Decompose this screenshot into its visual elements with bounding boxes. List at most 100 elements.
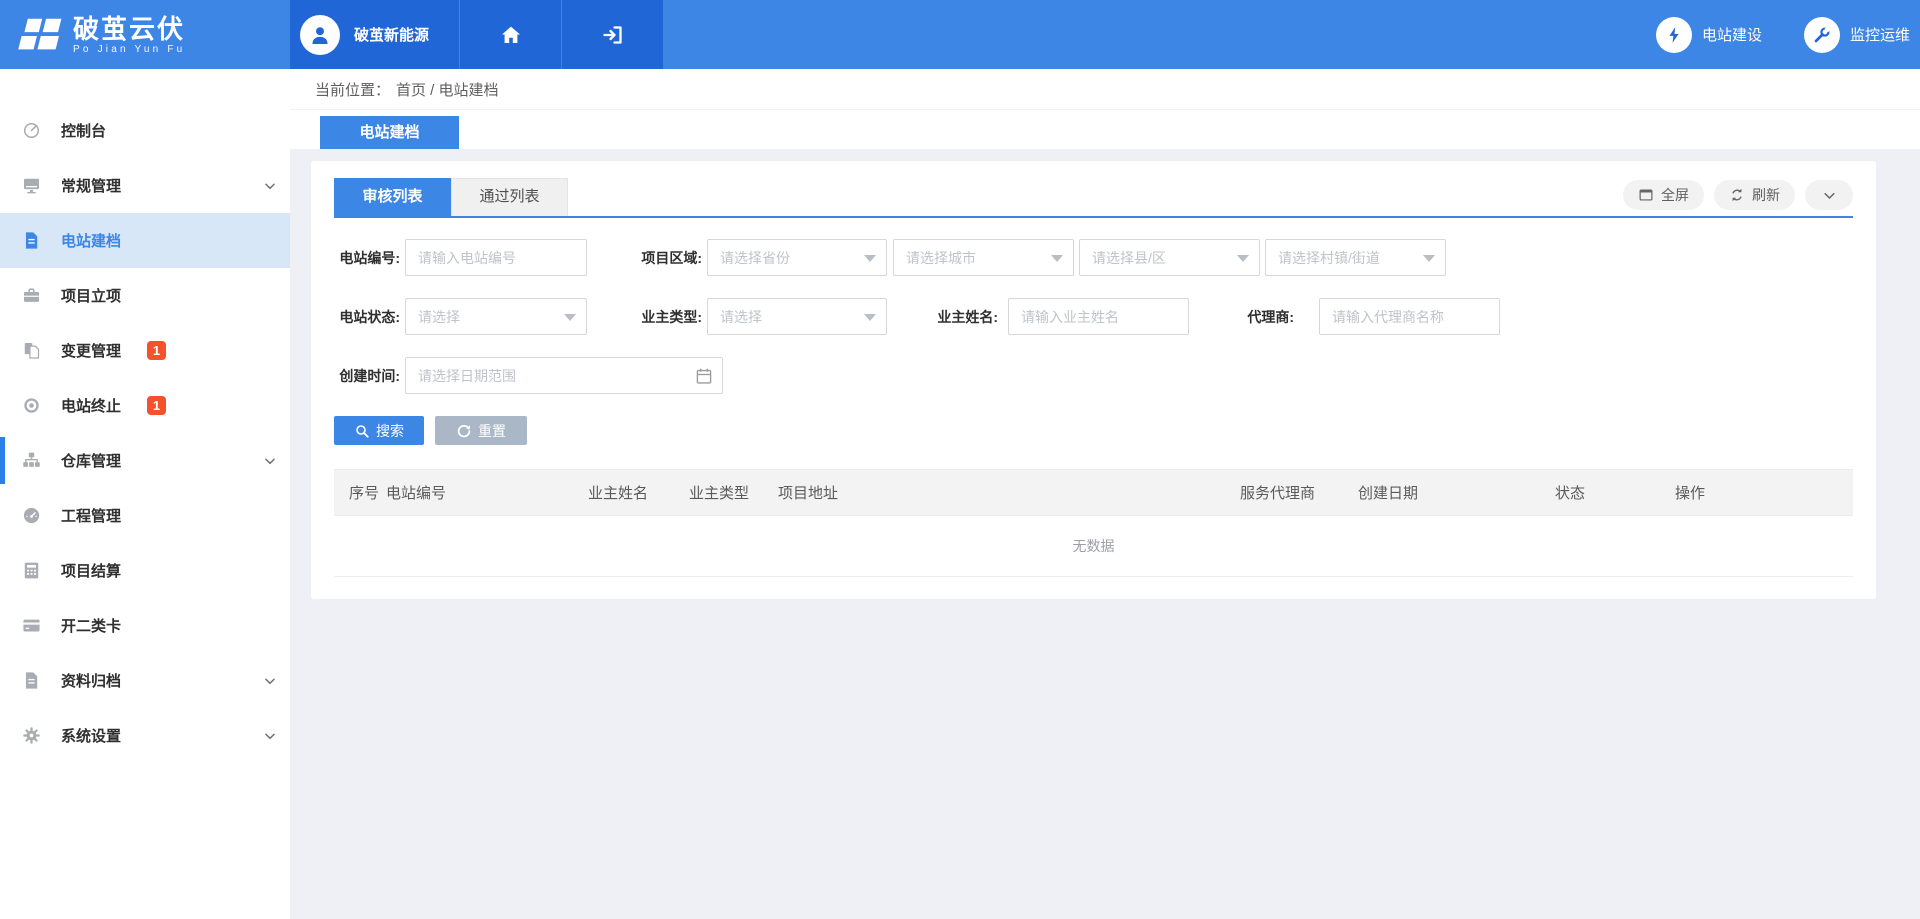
- county-select[interactable]: 请选择县/区: [1079, 239, 1260, 276]
- page-tab-station-archive[interactable]: 电站建档: [320, 116, 459, 149]
- owner-type-select[interactable]: 请选择: [707, 298, 887, 335]
- company-name: 破茧新能源: [354, 24, 429, 45]
- date-range-input[interactable]: [406, 358, 722, 393]
- city-select[interactable]: 请选择城市: [893, 239, 1074, 276]
- dropdown-arrow-icon: [1237, 255, 1249, 262]
- user-icon: [308, 23, 332, 47]
- sidebar-item-label: 项目立项: [61, 285, 121, 306]
- briefcase-icon: [22, 286, 41, 305]
- station-no-input[interactable]: [405, 239, 587, 276]
- document-icon: [22, 231, 41, 250]
- gauge-icon: [22, 121, 41, 140]
- province-placeholder: 请选择省份: [720, 248, 790, 268]
- filter-form: 电站编号: 项目区域: 请选择省份 请选择城市: [334, 239, 1853, 445]
- sidebar-item-label: 系统设置: [61, 725, 121, 746]
- dashboard-icon: [22, 506, 41, 525]
- owner-type-label: 业主类型:: [635, 307, 702, 327]
- sidebar-item-console[interactable]: 控制台: [0, 103, 290, 158]
- card-icon: [22, 616, 41, 635]
- tab-review-list[interactable]: 审核列表: [334, 178, 451, 216]
- date-range-picker[interactable]: [405, 357, 723, 394]
- tab-approved-list[interactable]: 通过列表: [451, 178, 568, 216]
- search-icon: [354, 423, 370, 439]
- home-button[interactable]: [459, 0, 561, 69]
- fullscreen-icon: [1638, 187, 1654, 203]
- dropdown-arrow-icon: [1051, 255, 1063, 262]
- sidebar-item-label: 仓库管理: [61, 450, 121, 471]
- col-created-date: 创建日期: [1358, 470, 1555, 516]
- search-label: 搜索: [376, 421, 404, 441]
- city-placeholder: 请选择城市: [906, 248, 976, 268]
- sidebar-item-label: 变更管理: [61, 340, 121, 361]
- wrench-icon: [1804, 17, 1840, 53]
- sidebar-item-engineering-mgmt[interactable]: 工程管理: [0, 488, 290, 543]
- town-placeholder: 请选择村镇/街道: [1278, 248, 1380, 268]
- breadcrumb-path[interactable]: 首页 / 电站建档: [396, 79, 499, 100]
- chevron-down-icon: [263, 179, 277, 193]
- badge-count: 1: [147, 396, 166, 415]
- search-button[interactable]: 搜索: [334, 416, 424, 445]
- user-menu[interactable]: 破茧新能源: [290, 0, 459, 69]
- station-archive-panel: 审核列表 通过列表 全屏: [311, 161, 1876, 599]
- sidebar: 控制台 常规管理: [0, 69, 290, 919]
- avatar: [300, 15, 340, 55]
- sidebar-item-data-archive[interactable]: 资料归档: [0, 653, 290, 708]
- station-no-label: 电站编号:: [334, 248, 400, 268]
- sidebar-item-label: 工程管理: [61, 505, 121, 526]
- sidebar-item-label: 项目结算: [61, 560, 121, 581]
- header-user-section: 破茧新能源: [290, 0, 663, 69]
- sidebar-item-system-settings[interactable]: 系统设置: [0, 708, 290, 763]
- empty-row: 无数据: [334, 516, 1853, 577]
- reset-icon: [456, 423, 472, 439]
- col-status: 状态: [1555, 470, 1675, 516]
- sidebar-item-general-mgmt[interactable]: 常规管理: [0, 158, 290, 213]
- town-select[interactable]: 请选择村镇/街道: [1265, 239, 1446, 276]
- sidebar-item-station-archive[interactable]: 电站建档: [0, 213, 290, 268]
- sidebar-item-label: 资料归档: [61, 670, 121, 691]
- status-placeholder: 请选择: [418, 307, 460, 327]
- table-header-row: 序号 电站编号 业主姓名 业主类型 项目地址 服务代理商 创建日期 状态 操作: [334, 470, 1853, 516]
- form-row-3: 创建时间:: [334, 357, 1853, 394]
- province-select[interactable]: 请选择省份: [707, 239, 887, 276]
- header-actions: 电站建设 监控运维: [1614, 0, 1920, 69]
- sidebar-item-label: 常规管理: [61, 175, 121, 196]
- monitor-icon: [22, 176, 41, 195]
- logout-button[interactable]: [561, 0, 663, 69]
- main-area: 当前位置： 首页 / 电站建档 电站建档 审核列表 通过列表: [290, 69, 1920, 919]
- agent-input[interactable]: [1319, 298, 1500, 335]
- station-status-select[interactable]: 请选择: [405, 298, 587, 335]
- gear-icon: [22, 726, 41, 745]
- owner-name-input[interactable]: [1008, 298, 1189, 335]
- chevron-down-icon: [263, 454, 277, 468]
- sidebar-item-project-settlement[interactable]: 项目结算: [0, 543, 290, 598]
- sidebar-item-station-termination[interactable]: 电站终止 1: [0, 378, 290, 433]
- nav-monitor-ops-label: 监控运维: [1850, 24, 1910, 45]
- refresh-button[interactable]: 刷新: [1714, 180, 1795, 210]
- brand-logo: 破茧云伏 Po Jian Yun Fu: [0, 0, 290, 69]
- sitemap-icon: [22, 451, 41, 470]
- station-status-label: 电站状态:: [334, 307, 400, 327]
- content-area: 审核列表 通过列表 全屏: [290, 149, 1920, 919]
- sidebar-item-project-initiation[interactable]: 项目立项: [0, 268, 290, 323]
- col-owner-type: 业主类型: [689, 470, 778, 516]
- col-index: 序号: [334, 470, 386, 516]
- sidebar-item-open-type2-card[interactable]: 开二类卡: [0, 598, 290, 653]
- nav-monitor-ops[interactable]: 监控运维: [1804, 17, 1910, 53]
- sidebar-item-change-mgmt[interactable]: 变更管理 1: [0, 323, 290, 378]
- reset-button[interactable]: 重置: [435, 416, 527, 445]
- sidebar-item-label: 电站建档: [61, 230, 121, 251]
- panel-toolbar: 全屏 刷新: [1613, 180, 1853, 210]
- brand-logo-icon: [18, 15, 64, 55]
- calculator-icon: [22, 561, 41, 580]
- fullscreen-label: 全屏: [1661, 185, 1689, 205]
- brand-title: 破茧云伏: [73, 15, 185, 43]
- nav-station-build[interactable]: 电站建设: [1656, 17, 1762, 53]
- form-row-2: 电站状态: 请选择 业主类型: 请选择 业主姓名:: [334, 298, 1853, 335]
- collapse-toggle-button[interactable]: [1805, 180, 1853, 210]
- chevron-down-icon: [263, 674, 277, 688]
- fullscreen-button[interactable]: 全屏: [1623, 180, 1704, 210]
- dropdown-arrow-icon: [1423, 255, 1435, 262]
- col-actions: 操作: [1675, 470, 1853, 516]
- top-header: 破茧云伏 Po Jian Yun Fu 破茧新能源: [0, 0, 1920, 69]
- sidebar-item-warehouse-mgmt[interactable]: 仓库管理: [0, 433, 290, 488]
